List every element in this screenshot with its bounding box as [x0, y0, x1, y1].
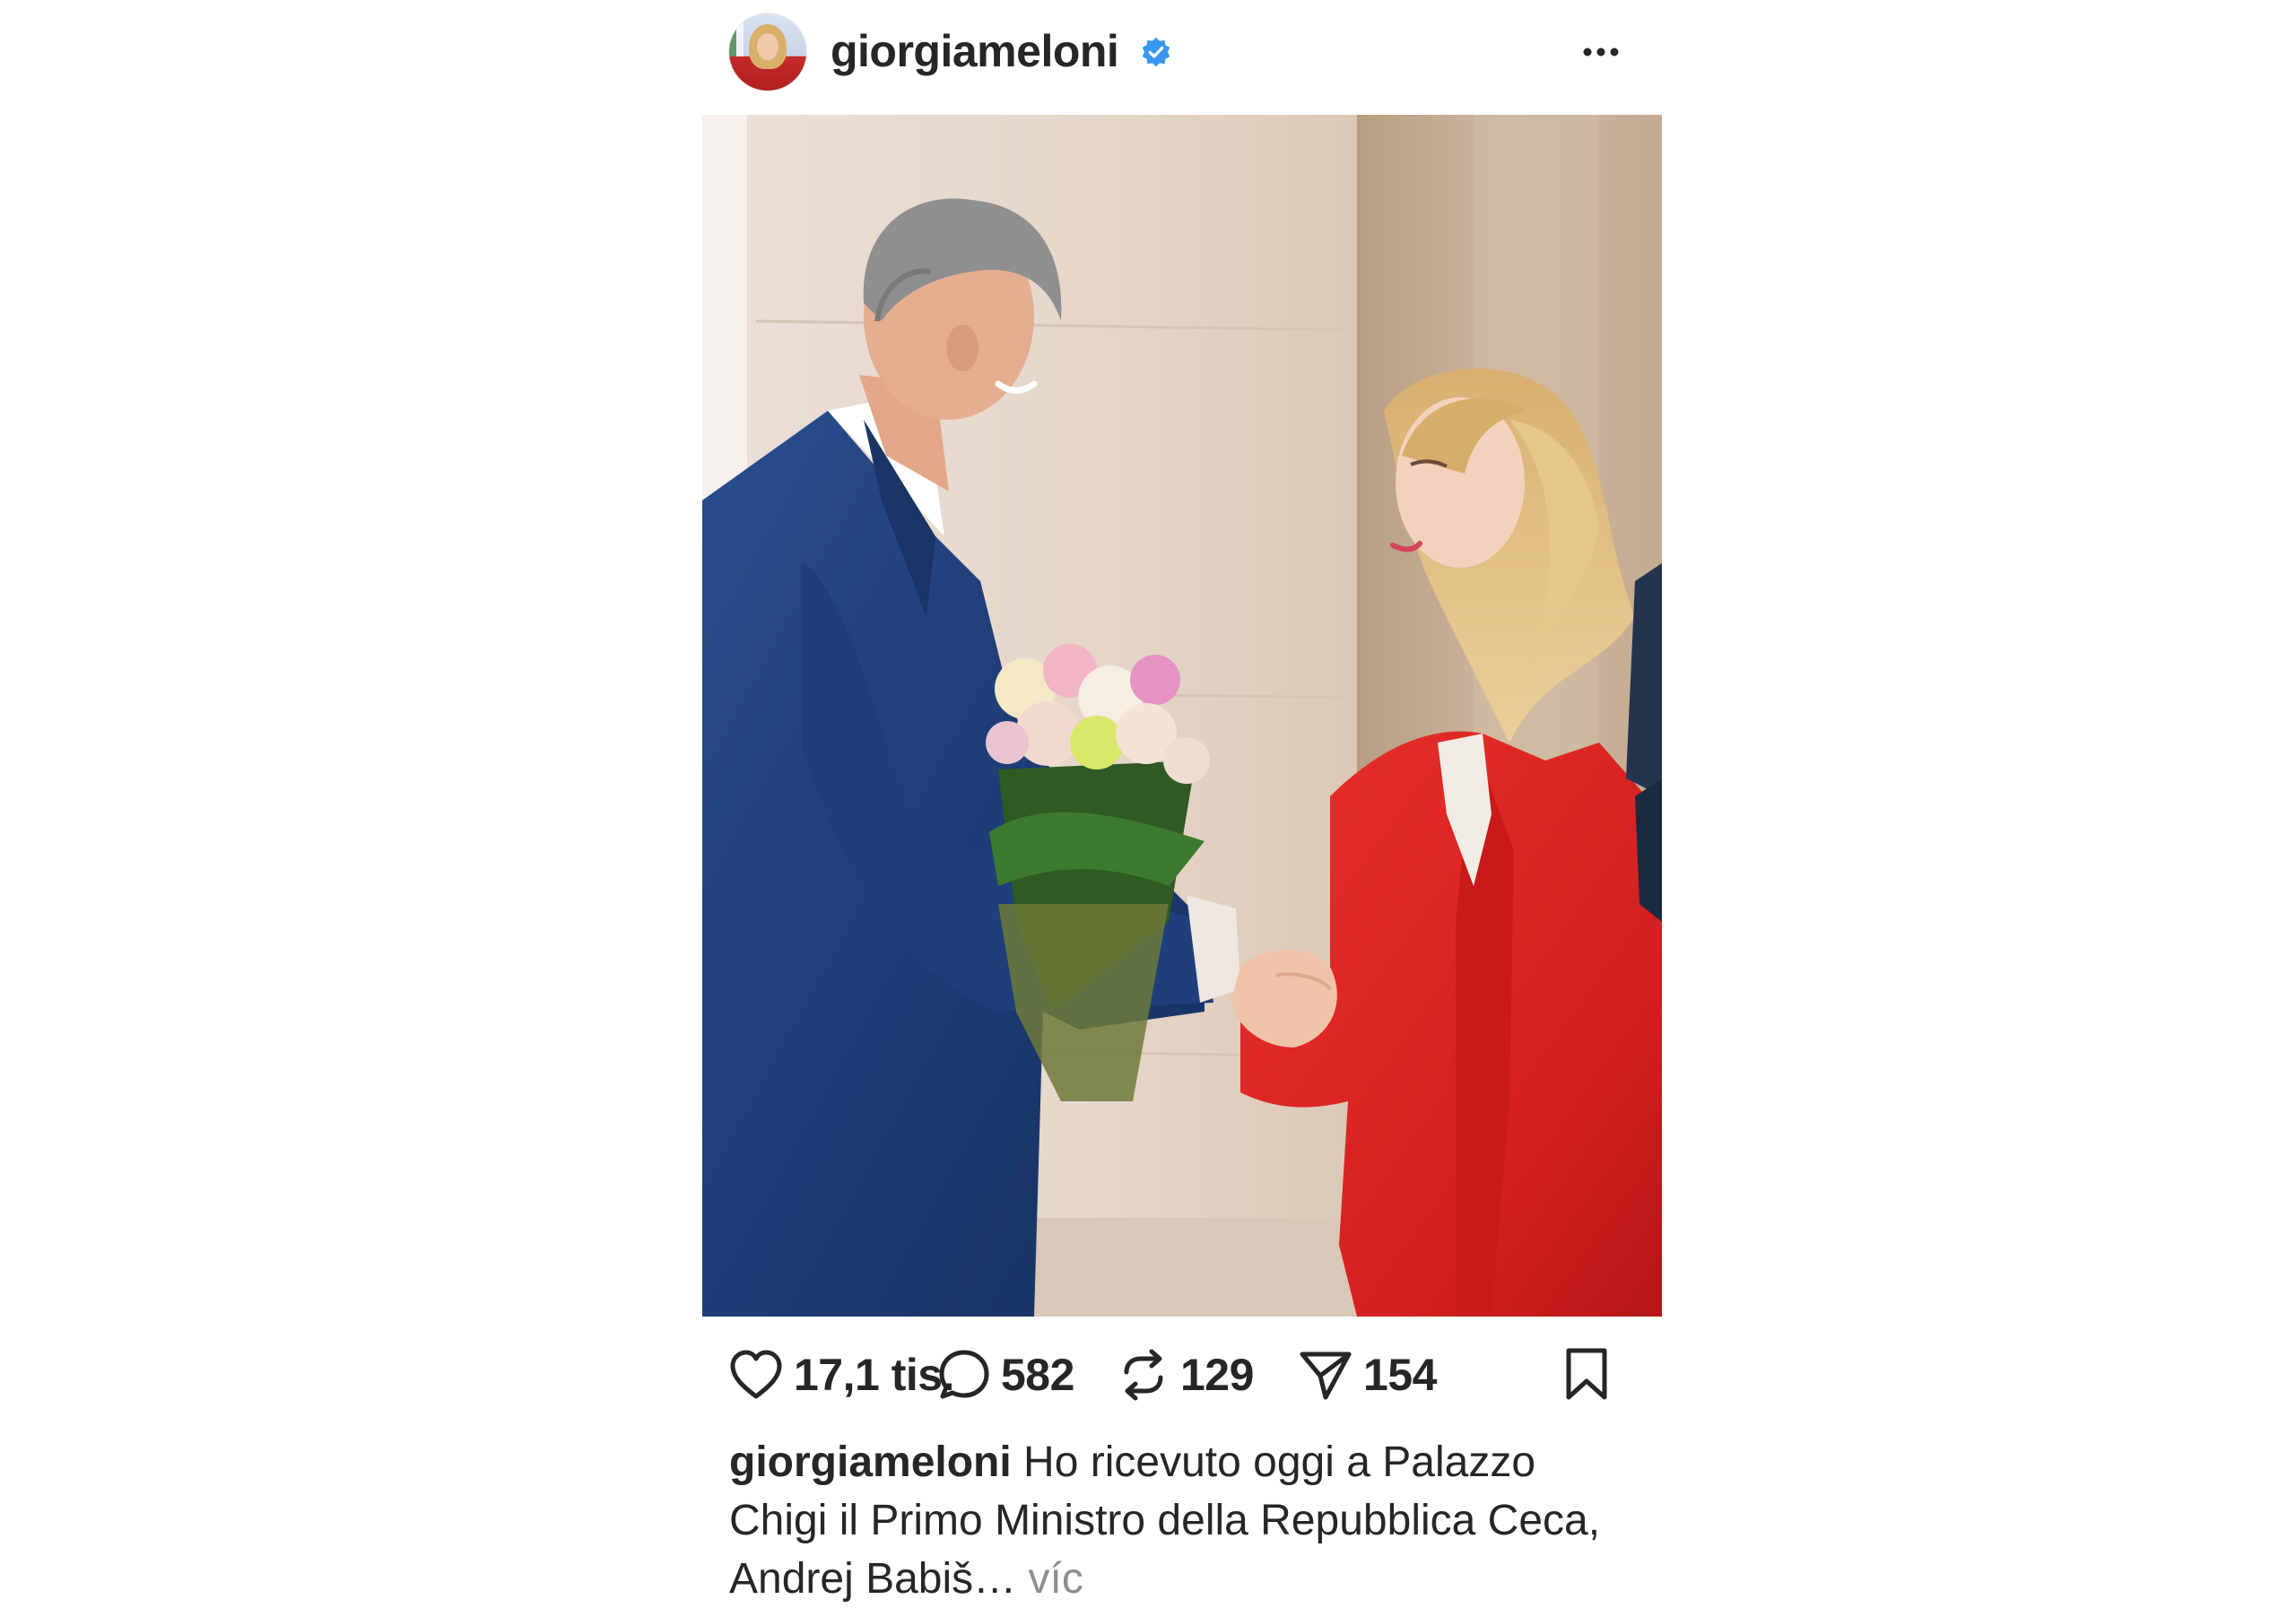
avatar-face [757, 33, 778, 60]
avatar[interactable] [729, 13, 806, 91]
share-count: 154 [1363, 1350, 1437, 1400]
repost-button[interactable]: 129 [1118, 1343, 1254, 1406]
caption-more-link[interactable]: víc [1029, 1555, 1083, 1603]
post-header: giorgiameloni [702, 0, 1662, 115]
post-actions: 17,1 tis. 582 129 154 [702, 1317, 1662, 1433]
post-caption: giorgiameloni Ho ricevuto oggi a Palazzo… [729, 1433, 1626, 1608]
repost-count: 129 [1180, 1350, 1254, 1400]
comment-bubble-icon [939, 1350, 989, 1399]
username-link[interactable]: giorgiameloni [831, 22, 1119, 81]
verified-badge-icon [1142, 37, 1170, 67]
bookmark-icon[interactable] [1563, 1347, 1610, 1401]
comment-count: 582 [1001, 1350, 1074, 1400]
instagram-post: giorgiameloni 17,1 tis. 582 129 154 gior… [702, 0, 1662, 1603]
send-icon [1300, 1352, 1352, 1400]
heart-icon [730, 1350, 782, 1399]
repost-icon [1124, 1349, 1163, 1401]
comment-button[interactable]: 582 [938, 1343, 1074, 1406]
post-photo-illustration [702, 115, 1662, 1317]
like-count: 17,1 tis. [794, 1350, 954, 1400]
more-horizontal-icon[interactable] [1578, 36, 1623, 68]
avatar-flag-decoration [729, 21, 744, 56]
post-photo[interactable] [702, 115, 1662, 1317]
share-button[interactable]: 154 [1299, 1343, 1437, 1406]
caption-username[interactable]: giorgiameloni [729, 1439, 1012, 1486]
like-button[interactable]: 17,1 tis. [729, 1343, 954, 1406]
